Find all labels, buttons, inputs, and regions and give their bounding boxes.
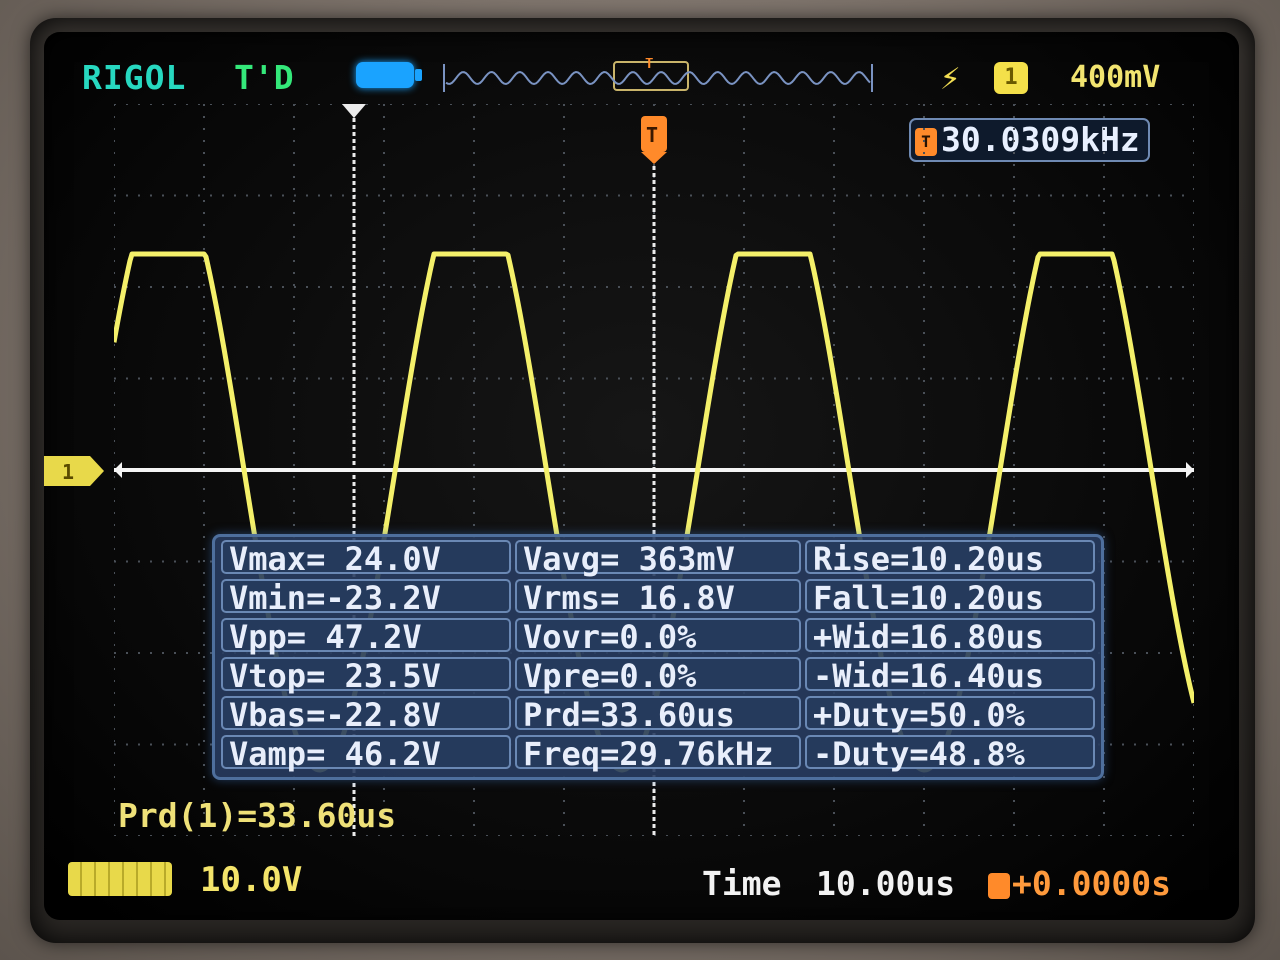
rising-edge-trigger-icon: ⚡ <box>940 58 961 98</box>
measure-rise: Rise=10.20us <box>805 540 1095 576</box>
channel-1-ground-marker: 1 <box>44 456 104 486</box>
measure-vpp: Vpp= 47.2V <box>221 618 511 654</box>
measure-fall: Fall=10.20us <box>805 579 1095 615</box>
trigger-source-indicator: 1 <box>994 62 1028 94</box>
measure-neg-duty: -Duty=48.8% <box>805 735 1095 771</box>
measure-pos-width: +Wid=16.80us <box>805 618 1095 654</box>
measure-vpre: Vpre=0.0% <box>515 657 801 693</box>
measurement-row: Vmax= 24.0V Vavg= 363mV Rise=10.20us <box>221 540 1095 576</box>
memory-depth-icon <box>356 62 422 88</box>
measure-vmax: Vmax= 24.0V <box>221 540 511 576</box>
measure-vamp: Vamp= 46.2V <box>221 735 511 771</box>
trigger-delay: +0.0000s <box>988 864 1171 903</box>
time-label: Time <box>702 864 782 903</box>
trigger-delay-value: +0.0000s <box>1012 864 1171 903</box>
trigger-level: 400mV <box>1070 60 1161 95</box>
scope-screen: RIGOL T'D T ⚡ 1 400mV T 30.0309kHz T 1 V… <box>44 32 1239 920</box>
channel-1-scale-icon <box>68 862 172 896</box>
measure-pos-duty: +Duty=50.0% <box>805 696 1095 732</box>
measure-vbase: Vbas=-22.8V <box>221 696 511 732</box>
measure-vavg: Vavg= 363mV <box>515 540 801 576</box>
measurement-row: Vamp= 46.2V Freq=29.76kHz -Duty=48.8% <box>221 735 1095 771</box>
channel-1-volts-per-div: 10.0V <box>200 860 303 900</box>
measure-vtop: Vtop= 23.5V <box>221 657 511 693</box>
measure-vmin: Vmin=-23.2V <box>221 579 511 615</box>
trigger-status: T'D <box>234 58 294 97</box>
measure-frequency: Freq=29.76kHz <box>515 735 801 771</box>
overview-trigger-marker: T <box>645 58 653 72</box>
measurement-row: Vtop= 23.5V Vpre=0.0% -Wid=16.40us <box>221 657 1095 693</box>
measurement-row: Vbas=-22.8V Prd=33.60us +Duty=50.0% <box>221 696 1095 732</box>
waveform-memory-overview: T <box>443 58 873 92</box>
channel-marker-label: 1 <box>62 460 74 484</box>
measure-vovr: Vovr=0.0% <box>515 618 801 654</box>
time-base: 10.00us <box>816 864 956 903</box>
overview-wave-icon <box>445 70 871 86</box>
measurement-panel: Vmax= 24.0V Vavg= 363mV Rise=10.20us Vmi… <box>212 534 1104 780</box>
delay-icon <box>988 872 1010 899</box>
svg-text:T: T <box>646 123 658 147</box>
measure-neg-width: -Wid=16.40us <box>805 657 1095 693</box>
measurement-row: Vmin=-23.2V Vrms= 16.8V Fall=10.20us <box>221 579 1095 615</box>
period-readout: Prd(1)=33.60us <box>118 796 397 835</box>
measure-period: Prd=33.60us <box>515 696 801 732</box>
measure-vrms: Vrms= 16.8V <box>515 579 801 615</box>
measurement-row: Vpp= 47.2V Vovr=0.0% +Wid=16.80us <box>221 618 1095 654</box>
brand-logo: RIGOL <box>82 58 187 97</box>
